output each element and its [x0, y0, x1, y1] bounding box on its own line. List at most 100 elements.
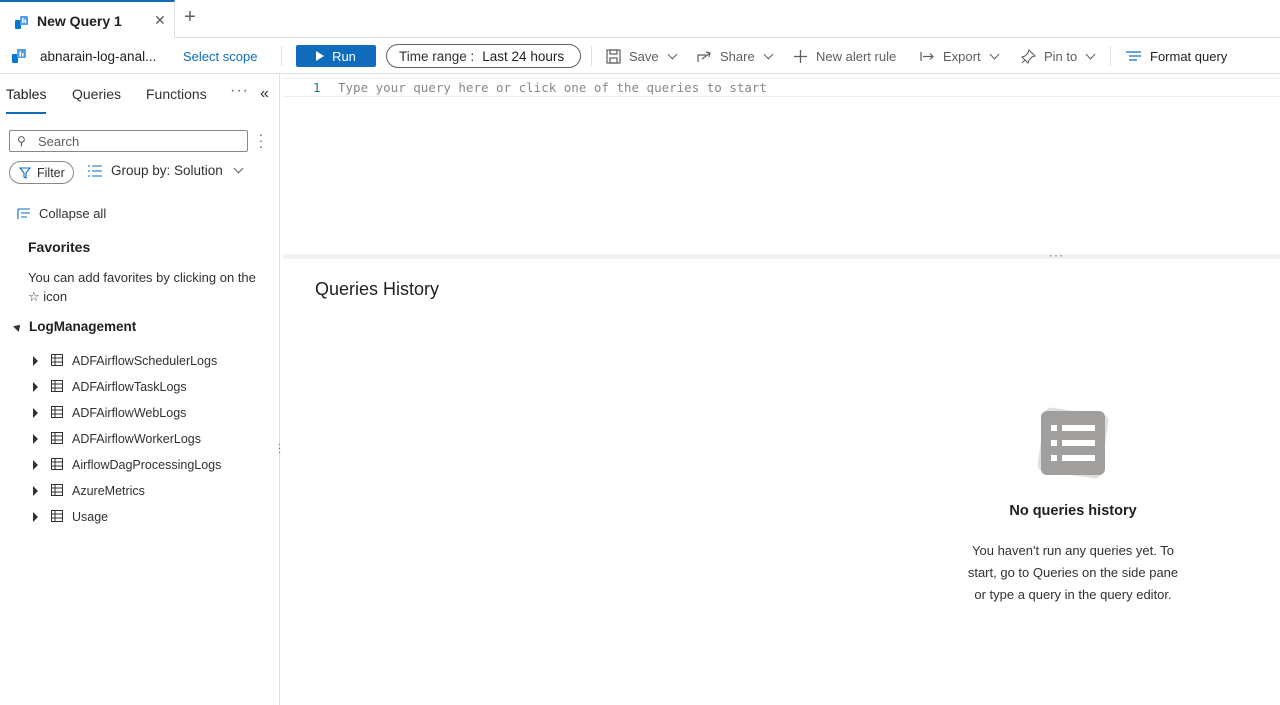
sidebar-tabs: Tables Queries Functions ··· « — [0, 74, 280, 114]
table-icon — [51, 432, 63, 444]
filter-button[interactable]: Filter — [9, 161, 74, 184]
table-icon — [51, 484, 63, 496]
share-icon — [697, 50, 711, 62]
expand-icon[interactable] — [33, 512, 38, 522]
collapse-all-label: Collapse all — [39, 206, 107, 221]
tab-queries[interactable]: Queries — [72, 86, 121, 102]
time-range-value: Last 24 hours — [482, 48, 565, 64]
search-icon: ⚲ — [17, 134, 26, 148]
scope-name[interactable]: abnarain-log-anal... — [40, 38, 156, 74]
line-number: 1 — [313, 80, 321, 95]
table-icon — [51, 380, 63, 392]
expand-icon[interactable] — [33, 434, 38, 444]
collapse-all-button[interactable]: Collapse all — [17, 206, 106, 221]
log-management-group[interactable]: LogManagement — [13, 319, 137, 334]
table-name: AzureMetrics — [72, 484, 145, 498]
query-editor[interactable]: 1 Type your query here or click one of t… — [283, 74, 1280, 254]
expand-icon[interactable] — [33, 408, 38, 418]
empty-history-icon — [1037, 407, 1109, 479]
collapse-pane-icon[interactable]: « — [260, 85, 269, 103]
expand-icon[interactable] — [33, 460, 38, 470]
group-by-label: Group by: Solution — [111, 163, 223, 178]
favorites-hint: You can add favorites by clicking on the… — [28, 270, 256, 304]
query-toolbar: abnarain-log-anal... Select scope Run Ti… — [0, 38, 1280, 74]
close-tab-icon[interactable]: ✕ — [154, 12, 166, 29]
chevron-down-icon — [989, 49, 1000, 59]
format-query-button[interactable]: Format query — [1125, 38, 1227, 74]
tab-title: New Query 1 — [37, 13, 122, 29]
pin-label: Pin to — [1044, 48, 1078, 64]
play-icon — [316, 51, 325, 61]
table-row[interactable]: Usage — [0, 504, 280, 530]
toolbar-divider — [1110, 46, 1111, 66]
active-tab-indicator — [6, 112, 46, 114]
run-label: Run — [332, 48, 356, 64]
vertical-splitter-handle[interactable]: · · · — [278, 440, 282, 458]
table-row[interactable]: ADFAirflowWorkerLogs — [0, 426, 280, 452]
table-name: Usage — [72, 510, 109, 524]
share-button[interactable]: Share — [697, 38, 774, 74]
table-row[interactable]: ADFAirflowWebLogs — [0, 400, 280, 426]
pin-to-button[interactable]: Pin to — [1021, 38, 1096, 74]
empty-state-title: No queries history — [1009, 503, 1137, 519]
group-title: LogManagement — [29, 319, 137, 334]
tab-tables[interactable]: Tables — [6, 86, 46, 102]
list-icon — [88, 164, 102, 177]
more-icon[interactable]: ··· — [230, 82, 249, 100]
tab-functions[interactable]: Functions — [146, 86, 207, 102]
vertical-more-icon[interactable]: · · · — [257, 127, 265, 153]
chevron-down-icon — [763, 49, 774, 59]
toolbar-divider — [591, 46, 592, 66]
table-search-box[interactable]: ⚲ — [9, 130, 248, 152]
export-icon — [920, 51, 934, 61]
expand-icon[interactable] — [33, 486, 38, 496]
query-tab-strip: New Query 1 ✕ + — [0, 0, 1280, 38]
time-range-label: Time range : — [399, 48, 475, 64]
collapse-all-icon — [17, 207, 30, 219]
export-button[interactable]: Export — [920, 38, 1000, 74]
table-icon — [51, 510, 63, 522]
run-button[interactable]: Run — [296, 45, 376, 67]
format-label: Format query — [1150, 48, 1228, 64]
filter-icon — [19, 166, 31, 179]
table-list: ADFAirflowSchedulerLogs ADFAirflowTaskLo… — [0, 348, 280, 530]
chevron-down-icon — [1085, 49, 1096, 59]
save-button[interactable]: Save — [606, 38, 678, 74]
search-input[interactable] — [38, 133, 238, 149]
new-alert-rule-button[interactable]: New alert rule — [793, 38, 896, 74]
table-icon — [51, 354, 63, 366]
format-icon — [1126, 50, 1141, 61]
empty-state-description: You haven't run any queries yet. To star… — [967, 543, 1179, 602]
share-label: Share — [720, 48, 755, 64]
select-scope-link[interactable]: Select scope — [183, 38, 257, 74]
table-name: AirflowDagProcessingLogs — [72, 458, 222, 472]
expand-icon[interactable] — [33, 382, 38, 392]
save-label: Save — [629, 48, 659, 64]
time-range-picker[interactable]: Time range : Last 24 hours — [386, 44, 581, 68]
chevron-down-icon — [667, 49, 678, 59]
plus-icon — [794, 49, 807, 63]
table-name: ADFAirflowWebLogs — [72, 406, 187, 420]
export-label: Export — [943, 48, 981, 64]
add-tab-button[interactable]: + — [181, 7, 199, 28]
table-row[interactable]: AzureMetrics — [0, 478, 280, 504]
table-row[interactable]: AirflowDagProcessingLogs — [0, 452, 280, 478]
group-by-dropdown[interactable]: Group by: Solution — [88, 163, 244, 178]
table-name: ADFAirflowSchedulerLogs — [72, 354, 218, 368]
tab-new-query-1[interactable]: New Query 1 ✕ — [0, 0, 175, 38]
caret-expanded-icon — [13, 321, 23, 332]
table-row[interactable]: ADFAirflowTaskLogs — [0, 374, 280, 400]
table-row[interactable]: ADFAirflowSchedulerLogs — [0, 348, 280, 374]
log-analytics-query-page: New Query 1 ✕ + abnarain-log-anal... Sel… — [0, 0, 1280, 705]
save-icon — [606, 48, 621, 64]
toolbar-divider — [281, 46, 282, 66]
table-name: ADFAirflowTaskLogs — [72, 380, 187, 394]
table-icon — [51, 406, 63, 418]
pin-icon — [1021, 48, 1036, 64]
new-alert-label: New alert rule — [816, 48, 897, 64]
filter-label: Filter — [37, 165, 65, 180]
expand-icon[interactable] — [33, 356, 38, 366]
favorites-heading: Favorites — [28, 239, 91, 255]
queries-history-title: Queries History — [315, 279, 440, 299]
workspace-icon — [12, 49, 26, 63]
